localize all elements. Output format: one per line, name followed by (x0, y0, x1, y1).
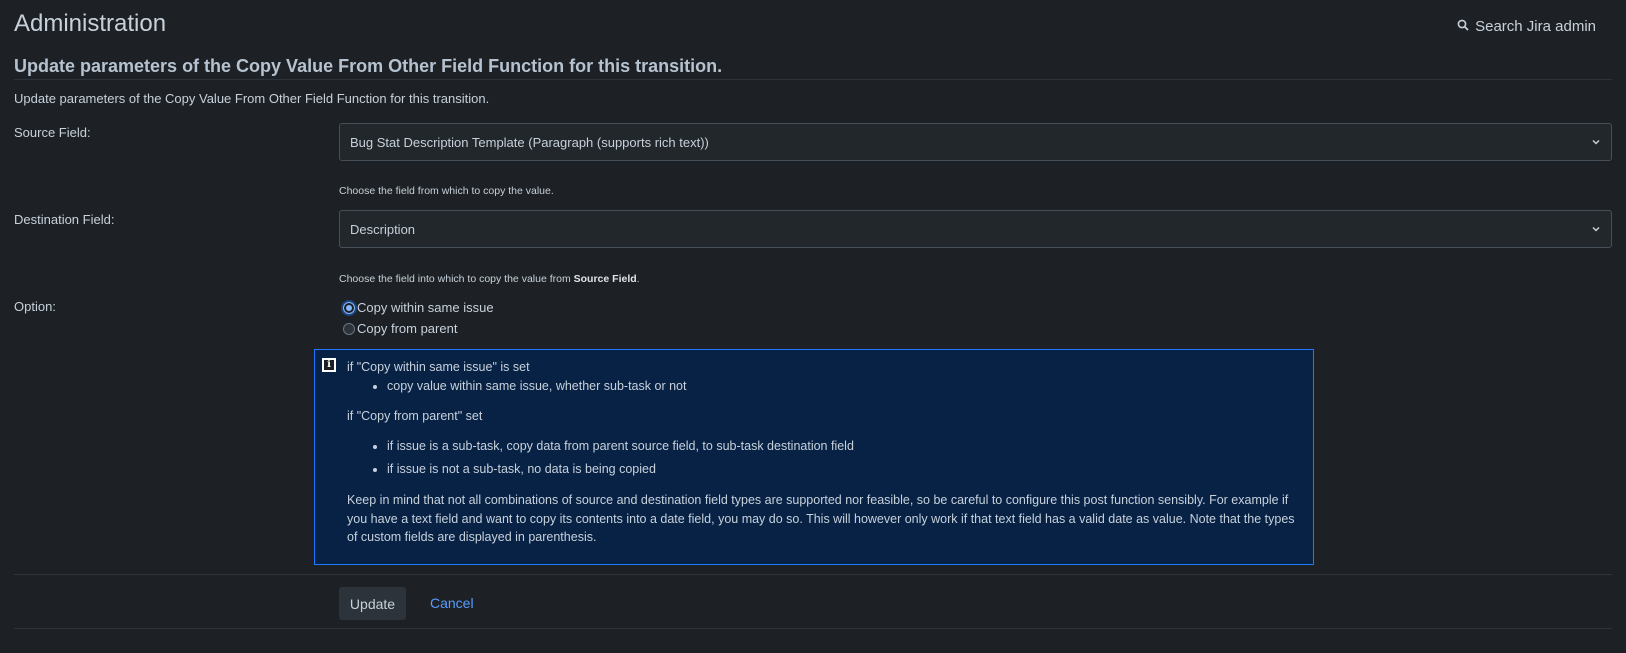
destination-field-value: Description (350, 221, 416, 237)
source-field-reference: Source Field (573, 273, 637, 285)
cancel-link[interactable]: Cancel (430, 595, 474, 611)
destination-field-help: Choose the field into which to copy the … (339, 273, 640, 285)
footer-divider (14, 628, 1612, 629)
actions-divider (14, 574, 1612, 575)
option-label-text: Copy from parent (357, 321, 458, 336)
list-item: if issue is not a sub-task, no data is b… (387, 461, 1313, 477)
section-description: Update parameters of the Copy Value From… (14, 91, 490, 106)
list-item: if issue is a sub-task, copy data from p… (387, 438, 1313, 454)
page-title: Administration (14, 10, 167, 37)
list-item: copy value within same issue, whether su… (387, 378, 1313, 394)
section-title: Update parameters of the Copy Value From… (14, 56, 723, 76)
option-label: Option: (14, 299, 56, 314)
info-heading-from-parent: if "Copy from parent" set (347, 409, 483, 423)
radio-unchecked[interactable] (343, 322, 355, 335)
update-button[interactable]: Update (339, 587, 406, 620)
search-label: Search Jira admin (1475, 18, 1596, 35)
option-copy-within-same-issue[interactable]: Copy within same issue (343, 300, 494, 315)
source-field-label: Source Field: (14, 125, 91, 140)
chevron-down-icon (1591, 135, 1601, 150)
info-icon: i (322, 358, 336, 372)
info-panel: i if "Copy within same issue" is set cop… (314, 349, 1314, 565)
radio-checked[interactable] (343, 301, 355, 314)
search-jira-admin-link[interactable]: Search Jira admin (1457, 18, 1596, 35)
option-label-text: Copy within same issue (357, 300, 494, 315)
search-icon (1457, 18, 1469, 35)
info-list-same-issue: copy value within same issue, whether su… (347, 378, 1313, 394)
info-list-from-parent: if issue is a sub-task, copy data from p… (347, 438, 1313, 477)
destination-field-label: Destination Field: (14, 212, 115, 227)
source-field-select[interactable]: Bug Stat Description Template (Paragraph… (339, 123, 1612, 161)
info-heading-same-issue: if "Copy within same issue" is set (347, 360, 530, 374)
source-field-help: Choose the field from which to copy the … (339, 185, 554, 197)
chevron-down-icon (1591, 222, 1601, 237)
destination-field-select[interactable]: Description (339, 210, 1612, 248)
option-copy-from-parent[interactable]: Copy from parent (343, 321, 457, 336)
source-field-value: Bug Stat Description Template (Paragraph… (350, 134, 709, 150)
section-divider (14, 79, 1612, 80)
info-note: Keep in mind that not all combinations o… (347, 493, 1295, 544)
